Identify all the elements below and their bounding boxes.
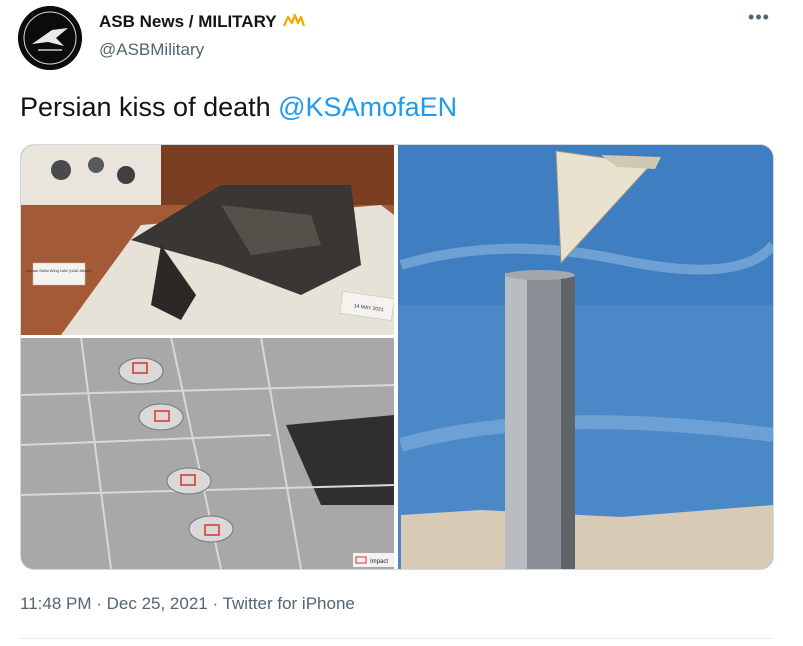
tweet-body: Persian kiss of death xyxy=(20,92,279,122)
divider xyxy=(20,638,772,639)
mention-link[interactable]: @KSAmofaEN xyxy=(278,92,457,122)
media-grid: Iranian Delta Wing UAV (UAE Attack) 14 M… xyxy=(20,144,774,570)
display-name[interactable]: ASB News / MILITARY xyxy=(99,12,305,32)
display-name-text: ASB News / MILITARY xyxy=(99,12,277,31)
media-svg: Iranian Delta Wing UAV (UAE Attack) 14 M… xyxy=(21,145,773,569)
media-image-wreckage[interactable]: Iranian Delta Wing UAV (UAE Attack) 14 M… xyxy=(21,145,395,335)
avatar[interactable] xyxy=(18,6,82,70)
media-image-drone-pole[interactable] xyxy=(398,145,773,569)
tweet-date[interactable]: Dec 25, 2021 xyxy=(107,594,208,613)
media-image-satellite[interactable]: Impact xyxy=(21,336,395,569)
more-dots-icon: ••• xyxy=(748,7,770,27)
asb-logo-icon xyxy=(18,6,82,70)
user-handle[interactable]: @ASBMilitary xyxy=(99,40,204,60)
placard-label: Iranian Delta Wing UAV (UAE Attack) xyxy=(26,268,93,273)
tweet-meta: 11:48 PM · Dec 25, 2021 · Twitter for iP… xyxy=(20,594,355,614)
tweet-time[interactable]: 11:48 PM xyxy=(20,594,92,613)
meta-separator: · xyxy=(91,594,107,613)
tweet-text: Persian kiss of death @KSAmofaEN xyxy=(20,92,457,123)
meta-separator: · xyxy=(207,594,223,613)
tweet-source[interactable]: Twitter for iPhone xyxy=(223,594,355,613)
more-options-button[interactable]: ••• xyxy=(748,7,770,32)
gold-crown-badge-icon xyxy=(283,14,305,27)
impact-legend-label: Impact xyxy=(370,559,388,565)
